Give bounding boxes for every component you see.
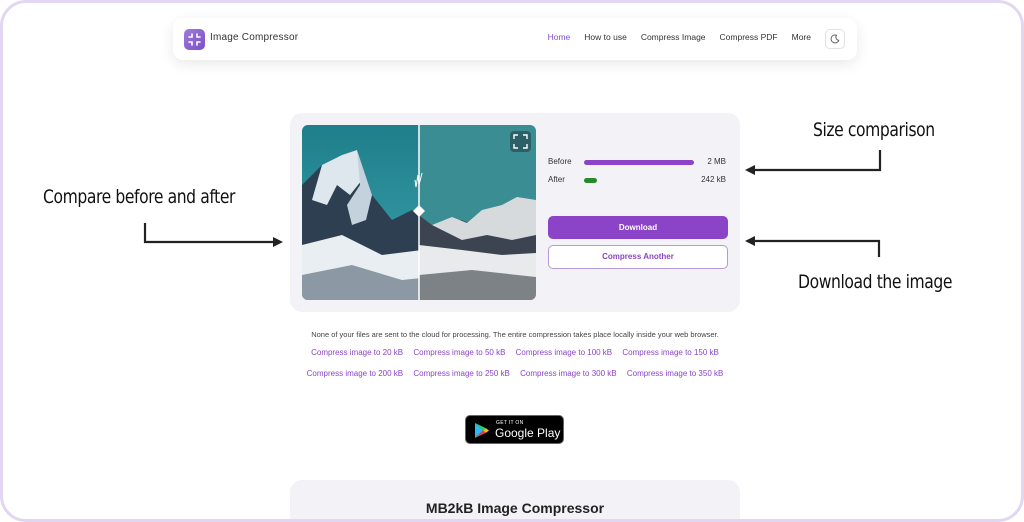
screenshot-frame: Image Compressor Home How to use Compres… (0, 0, 1024, 522)
arrow-download (755, 239, 881, 257)
arrow-size (755, 150, 882, 172)
arrow-compare (143, 223, 273, 244)
annotation-arrows (143, 150, 882, 257)
